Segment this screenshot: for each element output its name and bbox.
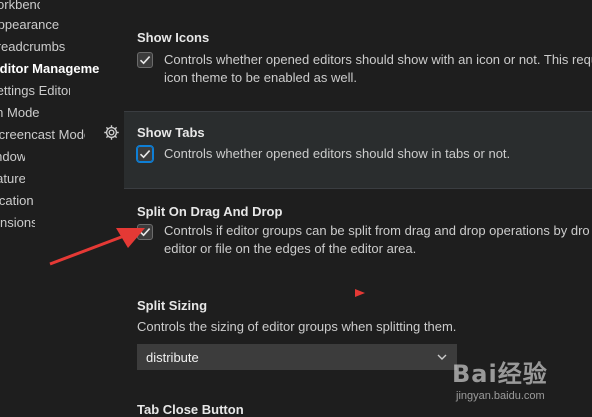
toc-item-label: Window	[0, 149, 25, 164]
show-icons-checkbox[interactable]	[137, 52, 153, 68]
toc-item-settings-editor[interactable]: Settings Editor	[0, 80, 70, 102]
show-tabs-checkbox[interactable]	[136, 145, 154, 163]
watermark: Bai经验 jingyan.baidu.com	[448, 350, 592, 417]
toc-item-label: Application	[0, 193, 34, 208]
gear-icon[interactable]	[103, 124, 120, 141]
setting-title: Split Sizing	[137, 298, 208, 313]
toc-item-editor-management[interactable]: Editor Management	[0, 58, 100, 80]
toc-item-label: Zen Mode	[0, 105, 40, 120]
setting-description: Controls the sizing of editor groups whe…	[137, 319, 457, 334]
setting-split-drag-drop: Split On Drag And Drop Controls if edito…	[124, 195, 592, 265]
toc-item-screencast-mode[interactable]: Screencast Mode	[0, 124, 85, 146]
toc-item-zen-mode[interactable]: Zen Mode	[0, 102, 45, 124]
toc-item-label: Extensions	[0, 215, 35, 230]
chevron-down-icon	[437, 354, 447, 360]
setting-description-cont: editor or file on the edges of the edito…	[164, 241, 417, 256]
toc-item-label: Settings Editor	[0, 83, 70, 98]
setting-show-icons: Show Icons Controls whether opened edito…	[124, 22, 592, 90]
toc-item-label: Editor Management	[0, 61, 100, 76]
toc-item-label: Appearance	[0, 17, 60, 32]
setting-description-cont: icon theme to be enabled as well.	[164, 70, 357, 85]
setting-title: Show Tabs	[137, 125, 205, 140]
split-sizing-dropdown[interactable]: distribute	[137, 344, 457, 370]
check-icon	[139, 56, 151, 65]
toc-item-application[interactable]: Application	[0, 190, 40, 212]
settings-toc: Workbench Appearance Breadcrumbs Editor …	[0, 0, 110, 417]
setting-description: Controls whether opened editors should s…	[164, 52, 592, 67]
setting-description: Controls if editor groups can be split f…	[164, 223, 590, 238]
toc-item-breadcrumbs[interactable]: Breadcrumbs	[0, 36, 70, 58]
setting-title: Tab Close Button	[137, 402, 244, 417]
annotation-arrow	[49, 228, 145, 266]
watermark-logo: Bai经验	[452, 360, 548, 388]
red-marker-icon	[355, 289, 365, 297]
setting-title: Show Icons	[137, 30, 210, 45]
setting-show-tabs: Show Tabs Controls whether opened editor…	[124, 111, 592, 189]
toc-item-window[interactable]: Window	[0, 146, 25, 168]
setting-description: Controls whether opened editors should s…	[164, 146, 511, 161]
toc-item-extensions[interactable]: Extensions	[0, 212, 35, 234]
check-icon	[139, 150, 151, 159]
watermark-url: jingyan.baidu.com	[456, 390, 545, 402]
toc-item-label: Screencast Mode	[0, 127, 85, 142]
toc-item-appearance[interactable]: Appearance	[0, 14, 60, 36]
toc-item-features[interactable]: Features	[0, 168, 25, 190]
dropdown-value: distribute	[146, 350, 199, 365]
toc-item-label: Breadcrumbs	[0, 39, 66, 54]
toc-item-label: Features	[0, 171, 25, 186]
setting-title: Split On Drag And Drop	[137, 204, 283, 219]
